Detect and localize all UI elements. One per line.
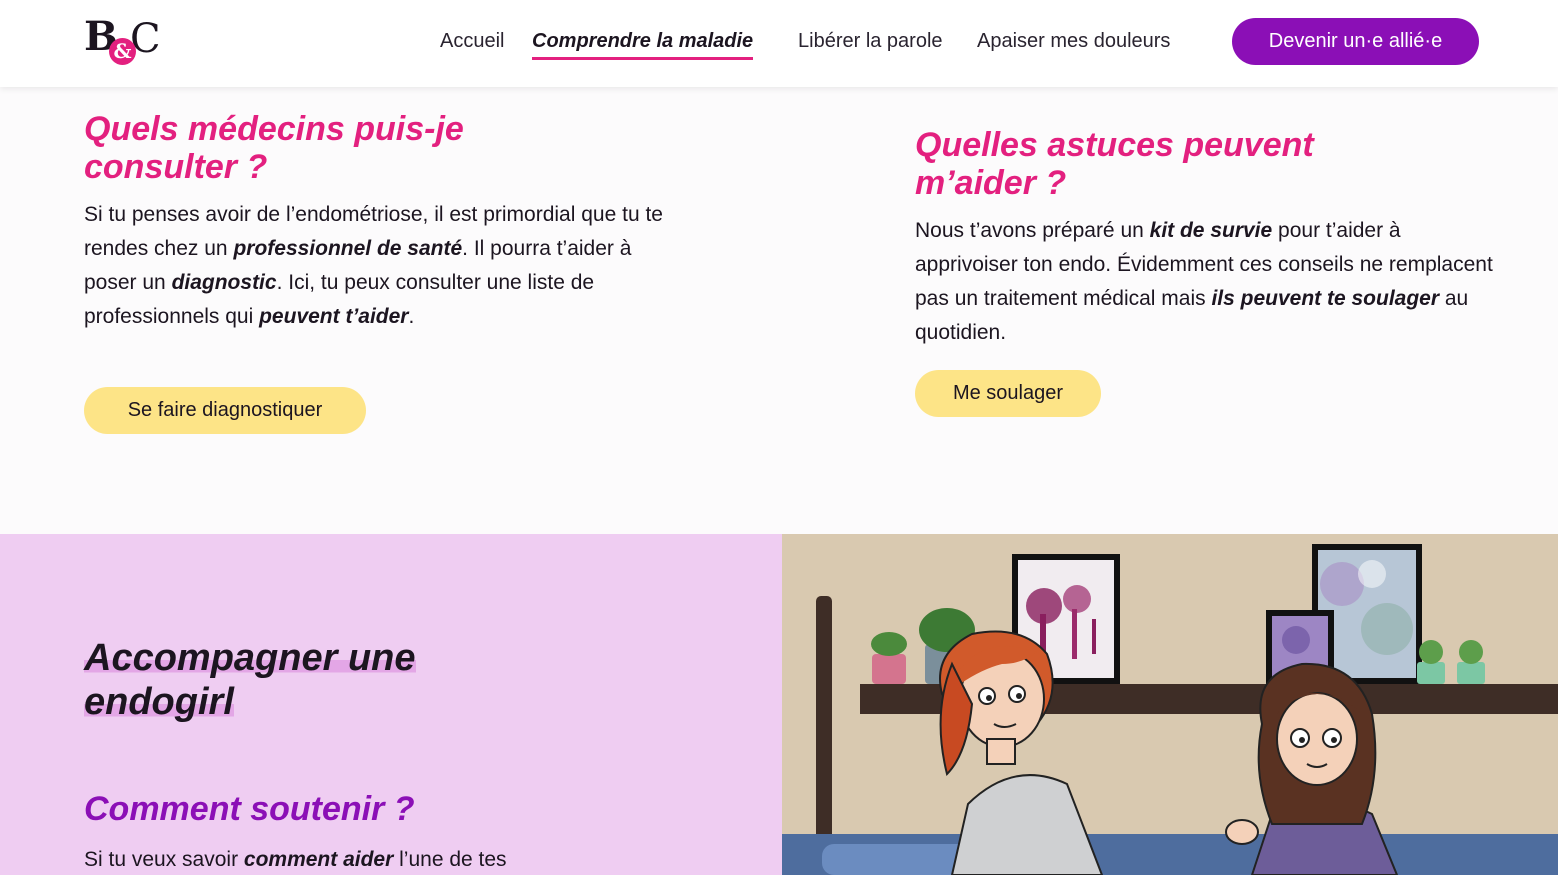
get-diagnosed-button[interactable]: Se faire diagnostiquer	[84, 387, 366, 434]
tips-bold-kit: kit de survie	[1149, 219, 1273, 242]
how-to-support-heading: Comment soutenir ?	[84, 790, 415, 828]
doctors-bold-help: peuvent t’aider	[259, 305, 409, 328]
support-text-1: Si tu veux savoir	[84, 848, 244, 871]
brand-logo[interactable]: B C &	[84, 16, 164, 68]
doctors-bold-professional: professionnel de santé	[233, 237, 463, 260]
nav-link-liberer-la-parole[interactable]: Libérer la parole	[798, 30, 943, 53]
nav-link-accueil[interactable]: Accueil	[440, 30, 504, 53]
support-bold-help: comment aider	[243, 848, 394, 871]
support-heading: Accompagner une endogirl	[84, 636, 416, 724]
tips-text-1: Nous t’avons préparé un	[915, 219, 1150, 242]
nav-link-comprendre-la-maladie[interactable]: Comprendre la maladie	[532, 30, 754, 60]
tips-bold-relief: ils peuvent te soulager	[1211, 287, 1440, 310]
doctors-heading: Quels médecins puis-je consulter ?	[84, 110, 464, 186]
friends-illustration	[782, 534, 1558, 875]
doctors-bold-diagnostic: diagnostic	[171, 271, 277, 294]
become-ally-button[interactable]: Devenir un·e allié·e	[1232, 18, 1479, 65]
site-header: B C & Accueil Comprendre la maladie Libé…	[0, 0, 1558, 87]
nav-link-apaiser-mes-douleurs[interactable]: Apaiser mes douleurs	[977, 30, 1170, 53]
support-paragraph: Si tu veux savoir comment aider l’une de…	[84, 843, 507, 875]
relieve-me-button[interactable]: Me soulager	[915, 370, 1101, 417]
tips-heading: Quelles astuces peuvent m’aider ?	[915, 126, 1314, 202]
support-text-2: l’une de tes	[393, 848, 507, 871]
tips-paragraph: Nous t’avons préparé un kit de survie po…	[915, 214, 1495, 350]
support-heading-line-2: endogirl	[84, 681, 234, 723]
doctors-paragraph: Si tu penses avoir de l’endométriose, il…	[84, 198, 664, 334]
doctors-text-4: .	[408, 305, 415, 328]
logo-ampersand: &	[109, 38, 136, 65]
support-heading-line-1: Accompagner une	[84, 637, 416, 679]
